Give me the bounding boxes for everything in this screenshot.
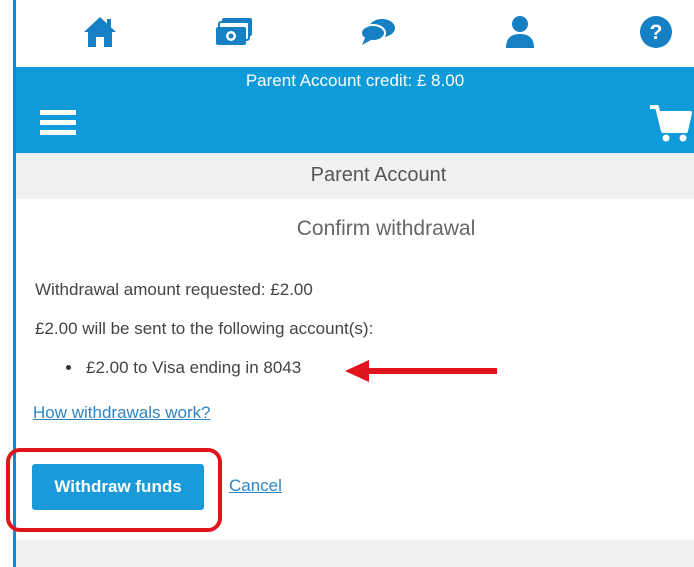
chat-icon[interactable] — [358, 12, 398, 52]
list-bullet — [66, 365, 71, 370]
svg-text:?: ? — [650, 21, 663, 44]
credit-text: Parent Account credit: £ 8.00 — [245, 71, 465, 90]
top-icon-bar: ? — [16, 0, 694, 67]
cancel-link[interactable]: Cancel — [229, 476, 282, 496]
section-title: Parent Account — [310, 164, 447, 186]
cart-icon[interactable] — [648, 101, 692, 145]
help-icon[interactable]: ? — [636, 12, 676, 52]
sent-text: £2.00 will be sent to the following acco… — [35, 319, 374, 338]
home-icon[interactable] — [80, 12, 120, 52]
withdraw-funds-button[interactable]: Withdraw funds — [32, 464, 204, 510]
how-withdrawals-work-link[interactable]: How withdrawals work? — [33, 403, 211, 423]
hamburger-icon[interactable] — [38, 107, 78, 139]
red-arrow-annotation — [345, 360, 497, 382]
amount-text: Withdrawal amount requested: £2.00 — [35, 280, 313, 299]
page-title: Confirm withdrawal — [296, 217, 476, 240]
credit-header: Parent Account credit: £ 8.00 — [16, 67, 694, 153]
account-item: £2.00 to Visa ending in 8043 — [86, 358, 302, 377]
user-icon[interactable] — [500, 12, 540, 52]
money-icon[interactable] — [214, 12, 254, 52]
footer-bar — [16, 540, 694, 567]
section-header: Parent Account — [16, 153, 694, 199]
